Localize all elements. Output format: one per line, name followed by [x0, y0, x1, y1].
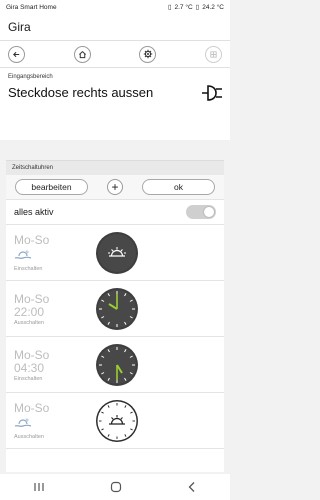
- timer-days: Mo-So: [14, 347, 50, 362]
- timers-card: Zeitschaltuhren bearbeiten + ok alles ak…: [6, 160, 224, 472]
- clock-icon: [96, 288, 138, 330]
- all-active-row: alles aktiv: [6, 199, 224, 225]
- timer-item-4[interactable]: Mo-So Ausschalten: [6, 393, 224, 449]
- back-nav-icon[interactable]: [187, 481, 197, 493]
- all-active-toggle[interactable]: [186, 205, 216, 219]
- app-title: Gira: [8, 20, 31, 34]
- timer-item-2[interactable]: Mo-So 22:00 Ausschalten: [6, 281, 224, 337]
- timer-mode: Ausschalten: [14, 434, 44, 440]
- grid-icon: [210, 50, 217, 58]
- timer-item-3[interactable]: Mo-So 04:30 Einschalten: [6, 337, 224, 393]
- sunrise-icon: [14, 250, 32, 259]
- timers-header: Zeitschaltuhren: [6, 161, 224, 175]
- status-app-name: Gira Smart Home: [6, 3, 57, 11]
- timer-item-1[interactable]: Mo-So Einschalten: [6, 225, 224, 281]
- sunset-clock-icon: [96, 400, 138, 442]
- home-button[interactable]: [73, 45, 91, 63]
- home-nav-icon[interactable]: [110, 481, 122, 493]
- temp-icon: ▯: [167, 4, 172, 11]
- sunrise-clock-icon: [96, 232, 138, 274]
- settings-button[interactable]: [139, 45, 157, 63]
- recents-icon[interactable]: [33, 482, 45, 492]
- ok-button[interactable]: ok: [142, 179, 215, 195]
- timer-mode: Ausschalten: [14, 319, 44, 326]
- timer-days: Mo-So: [14, 401, 50, 415]
- back-icon: [13, 51, 20, 57]
- device-panel: Eingangsbereich Steckdose rechts aussen: [0, 68, 230, 140]
- all-active-label: alles aktiv: [14, 207, 54, 217]
- edit-button[interactable]: bearbeiten: [15, 179, 88, 195]
- device-section-label: Eingangsbereich: [8, 74, 53, 80]
- timer-days: Mo-So: [14, 291, 50, 306]
- settings-icon: [143, 49, 153, 59]
- status-temp1: 2.7 °C: [174, 3, 193, 11]
- status-right: ▯ 2.7 °C ▯ 24.2 °C: [167, 3, 224, 12]
- temp-icon: ▯: [195, 4, 200, 11]
- timers-actions: bearbeiten + ok: [6, 175, 224, 199]
- status-temp2: 24.2 °C: [202, 3, 224, 11]
- plug-icon: [202, 85, 222, 101]
- toolbar: [0, 40, 230, 68]
- add-timer-button[interactable]: +: [107, 179, 123, 195]
- timer-days: Mo-So: [14, 233, 50, 247]
- device-name: Steckdose rechts aussen: [8, 85, 154, 100]
- status-bar: Gira Smart Home ▯ 2.7 °C ▯ 24.2 °C: [0, 0, 230, 14]
- toggle-knob: [203, 206, 215, 218]
- timer-mode: Einschalten: [14, 266, 43, 272]
- home-icon: [78, 50, 86, 58]
- grid-button[interactable]: [204, 45, 222, 63]
- system-nav-bar: [0, 474, 230, 500]
- clock-icon: [96, 344, 138, 386]
- timer-mode: Einschalten: [14, 375, 43, 382]
- sunset-icon: [14, 418, 32, 427]
- timer-time: 04:30: [14, 360, 45, 375]
- app-bar: Gira: [0, 14, 230, 40]
- back-button[interactable]: [8, 45, 25, 63]
- timer-time: 22:00: [14, 304, 45, 319]
